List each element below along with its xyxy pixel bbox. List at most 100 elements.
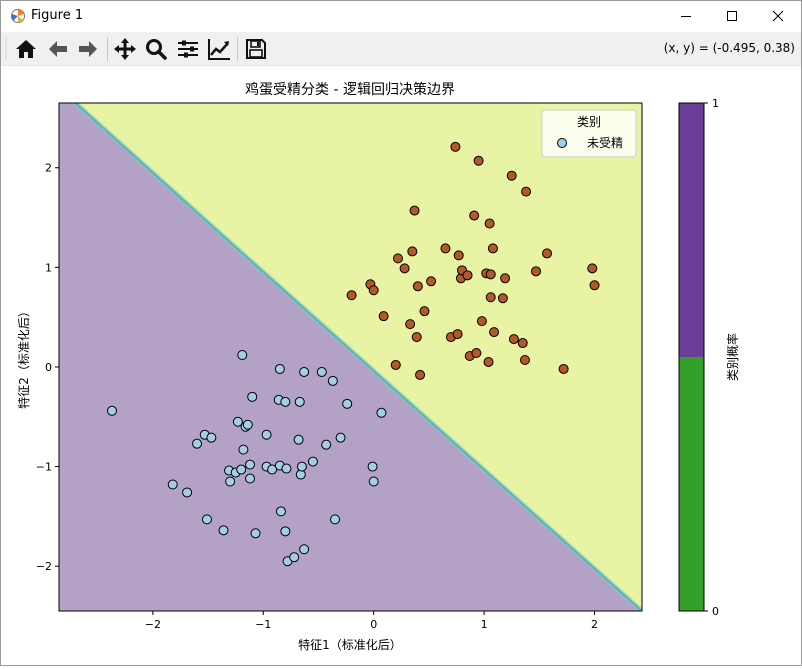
maximize-icon <box>727 11 737 21</box>
figure-svg[interactable]: −2 −1 0 1 2 −2 −1 0 1 2 鸡蛋受精分类 - 逻辑回归决策边界 特征1（标准化… <box>1 66 801 665</box>
home-button[interactable] <box>13 36 39 62</box>
data-point-not-fertilized <box>368 476 379 487</box>
axes[interactable] <box>59 103 642 611</box>
data-point-not-fertilized <box>201 514 212 525</box>
data-point-fertilized <box>487 243 498 254</box>
chart-title: 鸡蛋受精分类 - 逻辑回归决策边界 <box>245 81 455 98</box>
data-point-not-fertilized <box>247 391 258 402</box>
data-point-not-fertilized <box>281 463 292 474</box>
data-point-not-fertilized <box>242 419 253 430</box>
save-icon <box>246 39 266 59</box>
colorbar[interactable]: 1 0 类别概率 <box>678 97 740 618</box>
data-point-fertilized <box>483 356 494 367</box>
title-bar[interactable]: Figure 1 <box>1 1 801 32</box>
data-point-fertilized <box>453 250 464 261</box>
data-point-fertilized <box>489 327 500 338</box>
x-tick-label: 1 <box>481 618 488 631</box>
y-tick-label: 1 <box>45 261 52 274</box>
data-point-fertilized <box>517 338 528 349</box>
data-point-not-fertilized <box>236 464 247 475</box>
colorbar-high-segment <box>679 103 704 357</box>
data-point-not-fertilized <box>107 405 117 416</box>
y-tick-label: −2 <box>36 560 52 573</box>
data-point-not-fertilized <box>321 439 332 450</box>
data-point-not-fertilized <box>261 429 272 440</box>
data-point-fertilized <box>368 285 379 296</box>
data-point-fertilized <box>378 311 389 322</box>
data-point-not-fertilized <box>274 363 285 374</box>
back-button[interactable] <box>45 36 71 62</box>
data-point-fertilized <box>409 205 420 216</box>
data-point-not-fertilized <box>250 528 261 539</box>
data-point-fertilized <box>497 293 508 304</box>
close-icon <box>772 10 784 22</box>
data-point-not-fertilized <box>225 476 236 487</box>
data-point-not-fertilized <box>335 432 346 443</box>
data-point-not-fertilized <box>280 526 291 537</box>
window-title: Figure 1 <box>31 8 84 23</box>
forward-button[interactable] <box>75 36 101 62</box>
data-point-fertilized <box>411 332 422 343</box>
data-point-not-fertilized <box>289 552 300 563</box>
edit-axis-button[interactable] <box>206 36 232 62</box>
data-point-fertilized <box>471 348 482 359</box>
data-point-not-fertilized <box>237 350 248 361</box>
data-point-not-fertilized <box>330 514 341 525</box>
colorbar-label: 类别概率 <box>725 333 740 381</box>
minimize-icon <box>681 16 691 17</box>
data-point-fertilized <box>419 306 430 317</box>
data-point-not-fertilized <box>367 461 378 472</box>
data-point-fertilized <box>508 334 519 345</box>
data-point-fertilized <box>519 354 530 365</box>
zoom-button[interactable] <box>143 36 169 62</box>
pan-button[interactable] <box>112 36 138 62</box>
maximize-button[interactable] <box>709 1 755 32</box>
data-point-not-fertilized <box>218 525 229 536</box>
x-tick-label: −1 <box>255 618 271 631</box>
data-point-fertilized <box>476 316 487 327</box>
data-point-not-fertilized <box>342 398 353 409</box>
data-point-fertilized <box>473 155 484 166</box>
data-point-not-fertilized <box>296 461 307 472</box>
data-point-fertilized <box>450 141 461 152</box>
data-point-not-fertilized <box>245 459 256 470</box>
data-point-fertilized <box>346 290 357 301</box>
data-point-not-fertilized <box>192 438 203 449</box>
subplots-icon <box>178 40 198 58</box>
back-icon <box>49 41 67 57</box>
data-point-fertilized <box>521 186 532 197</box>
data-point-fertilized <box>407 246 418 257</box>
data-point-fertilized <box>452 329 463 340</box>
data-point-fertilized <box>485 292 496 303</box>
close-button[interactable] <box>755 1 801 32</box>
data-point-not-fertilized <box>293 434 304 445</box>
forward-icon <box>79 41 97 57</box>
edit-axis-icon <box>208 39 230 60</box>
figure-window: Figure 1 (x, y) = (-0.495, 0.38) −2 −1 0… <box>0 0 802 666</box>
data-point-fertilized <box>531 266 541 277</box>
data-point-fertilized <box>589 280 600 291</box>
data-point-fertilized <box>440 243 451 254</box>
data-point-fertilized <box>390 359 401 370</box>
data-point-not-fertilized <box>280 396 291 407</box>
subplots-button[interactable] <box>175 36 201 62</box>
figure-canvas[interactable]: −2 −1 0 1 2 −2 −1 0 1 2 鸡蛋受精分类 - 逻辑回归决策边界 特征1（标准化… <box>1 66 801 665</box>
data-point-fertilized <box>485 269 496 280</box>
data-point-fertilized <box>405 319 416 330</box>
y-tick-label: 0 <box>45 361 52 374</box>
legend-entry-label: 未受精 <box>587 136 623 150</box>
data-point-not-fertilized <box>316 366 327 377</box>
pan-icon <box>114 38 136 60</box>
x-axis-label: 特征1（标准化后） <box>298 637 402 652</box>
data-point-not-fertilized <box>167 479 178 490</box>
cursor-coordinates: (x, y) = (-0.495, 0.38) <box>663 41 795 55</box>
data-point-not-fertilized <box>299 366 310 377</box>
toolbar-separator <box>107 37 108 61</box>
legend[interactable]: 类别 未受精 <box>541 109 637 158</box>
minimize-button[interactable] <box>663 1 709 32</box>
data-point-fertilized <box>484 218 495 229</box>
data-point-fertilized <box>426 276 437 287</box>
legend-marker <box>557 138 567 148</box>
save-button[interactable] <box>243 36 269 62</box>
y-tick-label: 2 <box>45 162 52 175</box>
